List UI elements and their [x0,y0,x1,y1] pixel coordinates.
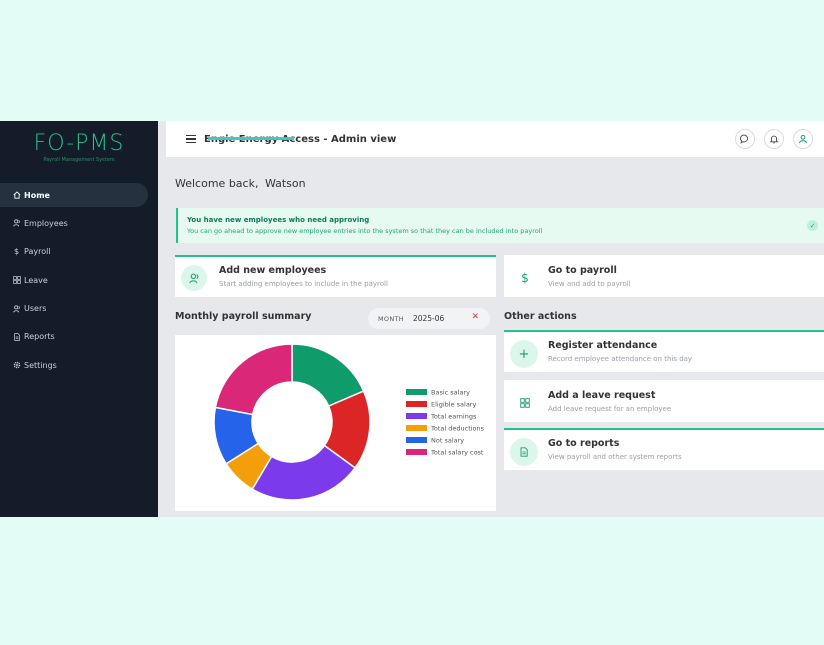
sidebar: FO-PMS Payroll Management System Home Em… [0,121,158,517]
legend-swatch [406,413,427,419]
sidebar-item-label: Reports [24,332,55,342]
page-title: Engie Energy Access - Admin view [204,134,396,145]
sidebar-item-label: Payroll [24,247,51,257]
sidebar-item-leave[interactable]: Leave [0,268,148,292]
brand-title: FO-PMS [33,131,125,156]
card-subtitle: Start adding employees to include in the… [219,280,388,288]
brand: FO-PMS Payroll Management System [0,121,158,181]
clear-icon[interactable]: ✕ [471,312,479,322]
check-icon[interactable]: ✓ [807,220,818,231]
sidebar-item-label: Settings [24,360,57,370]
card-title: Register attendance [548,340,658,351]
header-actions [735,129,824,149]
legend-swatch [406,425,427,431]
top-bar: Engie Energy Access - Admin view [166,121,824,157]
legend-swatch [406,389,427,395]
month-filter[interactable]: MONTH 2025-06 ✕ [368,308,490,329]
sidebar-item-home[interactable]: Home [0,183,148,207]
payroll-chart-card: Basic salary Eligible salary Total earning… [175,335,496,511]
month-value[interactable]: 2025-06 [413,314,444,323]
brand-subtitle: Payroll Management System [43,157,115,163]
sidebar-item-settings[interactable]: Settings [0,353,148,377]
legend-swatch [406,401,427,407]
other-actions-title: Other actions [504,311,577,322]
register-attendance-card[interactable]: + Register attendance Record employee at… [504,330,824,372]
app-window: FO-PMS Payroll Management System Home Em… [0,121,824,517]
legend-label: Total deductions [430,425,485,433]
redaction-mark [208,136,294,140]
sidebar-item-reports[interactable]: Reports [0,325,148,349]
grid-icon [512,390,538,416]
approval-alert[interactable]: You have new employees who need approvin… [176,208,824,243]
users-icon [11,304,22,313]
sidebar-item-label: Employees [24,218,68,228]
card-title: Go to payroll [548,265,617,276]
menu-icon[interactable] [186,133,196,146]
sidebar-item-label: Leave [24,275,48,285]
home-icon [11,191,22,199]
sidebar-item-label: Users [24,304,47,314]
grid-icon [11,276,22,284]
card-subtitle: View payroll and other system reports [548,453,682,461]
chat-icon[interactable] [735,129,755,149]
main-content: Engie Energy Access - Admin view Welcome… [158,121,824,517]
card-title: Add new employees [219,265,327,276]
legend-label: Not salary [431,437,464,445]
alert-message: You can go ahead to approve new employee… [187,227,543,235]
document-icon [510,438,538,466]
alert-title: You have new employees who need approvin… [187,216,370,224]
payroll-donut-chart: Basic salary Eligible salary Total earning… [213,343,485,501]
sidebar-item-payroll[interactable]: $ Payroll [0,240,148,264]
month-label: MONTH [378,314,404,323]
dollar-icon: $ [13,247,20,257]
view-mode: - Admin view [319,133,397,145]
go-to-reports-card[interactable]: Go to reports View payroll and other sys… [504,428,824,470]
gear-icon [11,361,22,369]
user-name: Watson [264,177,306,190]
welcome-message: Welcome back, Watson [175,177,306,190]
sidebar-item-users[interactable]: Users [0,297,148,321]
payroll-summary-title: Monthly payroll summary [175,311,312,322]
sidebar-nav: Home Employees $ Payroll Leave Users Rep… [0,183,158,377]
card-title: Add a leave request [548,390,656,401]
leave-request-card[interactable]: Add a leave request Add leave request fo… [504,380,824,422]
legend-label: Eligible salary [431,401,476,409]
plus-icon: + [510,340,538,368]
welcome-prefix: Welcome back, [175,177,259,190]
card-subtitle: Add leave request for an employee [548,405,672,413]
card-title: Go to reports [548,438,620,449]
legend-label: Total salary cost [430,449,484,457]
legend-swatch [406,449,427,455]
legend-label: Total earnings [430,413,477,421]
add-employees-card[interactable]: Add new employees Start adding employees… [175,255,496,297]
sidebar-item-label: Home [24,190,50,200]
card-subtitle: View and add to payroll [548,280,631,288]
bell-icon[interactable] [764,129,784,149]
employees-icon [181,265,207,291]
employees-icon [11,219,22,227]
dollar-icon: $ [521,271,529,285]
go-to-payroll-card[interactable]: $ Go to payroll View and add to payroll [504,255,824,297]
legend-swatch [406,437,427,443]
donut-slice-total-salary-cost[interactable] [214,343,293,416]
user-icon[interactable] [793,129,813,149]
document-icon [11,333,22,341]
sidebar-item-employees[interactable]: Employees [0,211,148,235]
legend-label: Basic salary [431,389,470,397]
card-subtitle: Record employee attendance on this day [548,355,693,363]
